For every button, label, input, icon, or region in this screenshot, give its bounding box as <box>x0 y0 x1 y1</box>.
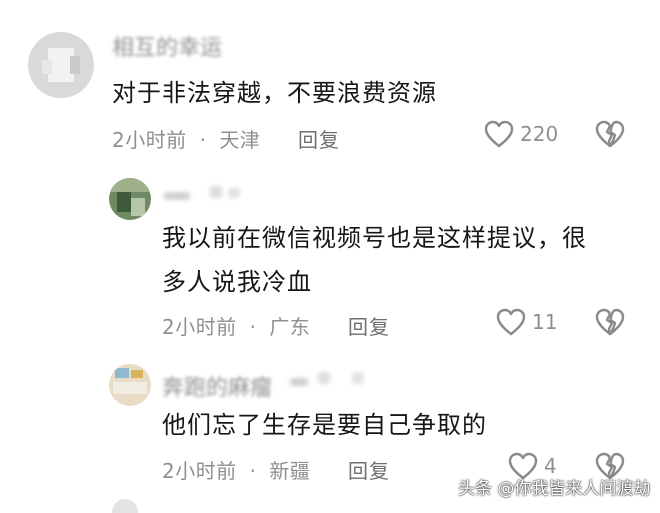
username[interactable]: 相互的幸运 <box>112 30 222 62</box>
comment-meta: 2小时前 · 天津 <box>112 124 260 153</box>
comment-text: 多人说我冷血 <box>162 268 312 296</box>
blurred-username <box>290 378 308 386</box>
comment-time: 2小时前 <box>112 128 187 152</box>
like-button[interactable]: 11 <box>496 308 557 336</box>
broken-heart-icon <box>595 120 625 152</box>
meta-separator: · <box>199 128 207 152</box>
username[interactable]: 奔跑的麻瘤 <box>162 370 272 402</box>
blurred-username <box>352 372 364 384</box>
comment-time: 2小时前 <box>162 315 237 339</box>
comment-meta: 2小时前 · 新疆 <box>162 455 310 484</box>
blurred-username <box>164 192 190 200</box>
comment-text: 我以前在微信视频号也是这样提议，很 <box>162 224 587 252</box>
comment-location: 天津 <box>219 128 261 152</box>
reply-button[interactable]: 回复 <box>348 455 390 484</box>
reply-button[interactable]: 回复 <box>298 124 340 153</box>
like-count: 11 <box>532 310 558 334</box>
comment-text: 对于非法穿越，不要浪费资源 <box>112 79 437 107</box>
meta-separator: · <box>249 315 257 339</box>
dislike-button[interactable] <box>595 308 625 340</box>
comment-text: 他们忘了生存是要自己争取的 <box>162 411 487 439</box>
blurred-username <box>318 372 330 384</box>
meta-separator: · <box>249 459 257 483</box>
avatar[interactable] <box>109 364 151 406</box>
comment-time: 2小时前 <box>162 459 237 483</box>
like-button[interactable]: 220 <box>484 120 558 148</box>
avatar <box>112 499 138 513</box>
avatar[interactable] <box>28 32 94 98</box>
blurred-username <box>228 188 240 198</box>
avatar[interactable] <box>109 178 151 220</box>
dislike-button[interactable] <box>595 120 625 152</box>
watermark: 头条 @你我皆来人间渡劫 <box>458 479 651 499</box>
comment-location: 广东 <box>269 315 311 339</box>
broken-heart-icon <box>595 308 625 340</box>
reply-button[interactable]: 回复 <box>348 311 390 340</box>
comment-location: 新疆 <box>269 459 311 483</box>
heart-outline-icon <box>484 120 514 148</box>
blurred-username <box>210 186 222 198</box>
comment-meta: 2小时前 · 广东 <box>162 311 310 340</box>
like-count: 220 <box>520 122 559 146</box>
heart-outline-icon <box>496 308 526 336</box>
